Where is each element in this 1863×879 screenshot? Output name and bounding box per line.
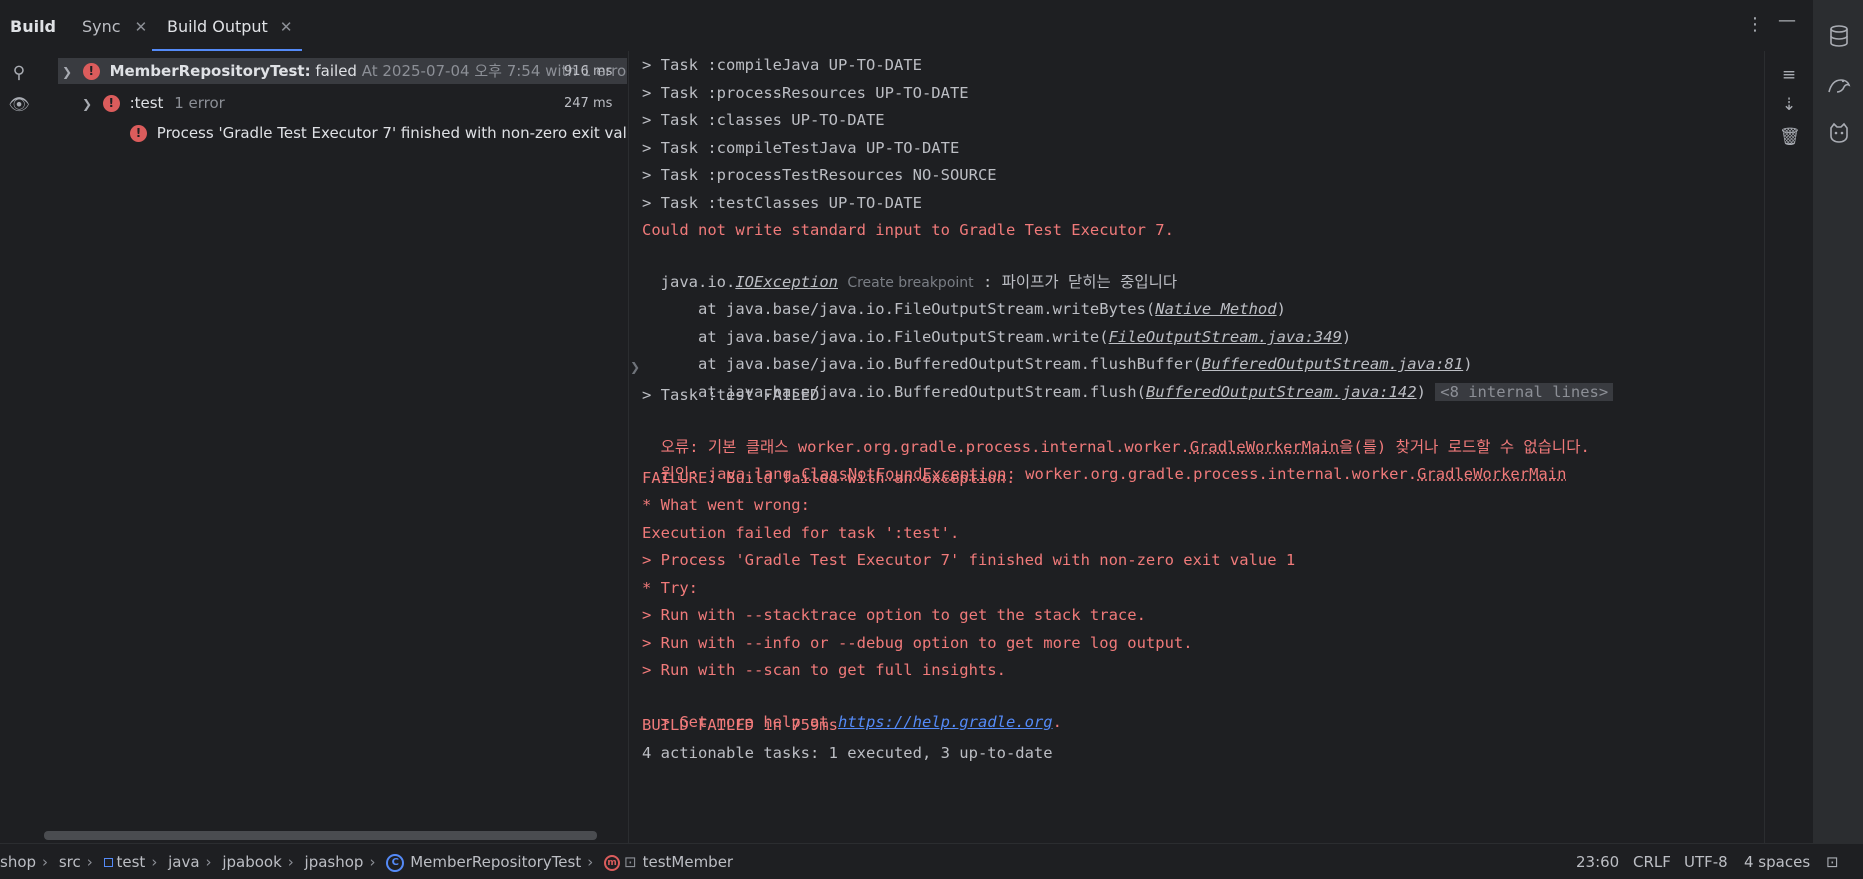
- console-text: .: [1052, 713, 1062, 731]
- console-line: FAILURE: Build failed with an exception.: [642, 469, 1016, 487]
- breadcrumb-item[interactable]: jpabook: [222, 853, 281, 871]
- console-line: BUILD FAILED in 759ms: [642, 716, 838, 734]
- console-line: java.io.IOException Create breakpoint : …: [642, 246, 1178, 291]
- error-icon: !: [102, 95, 120, 112]
- caret-position[interactable]: 23:60: [1576, 844, 1619, 879]
- file-encoding[interactable]: UTF-8: [1684, 844, 1728, 879]
- folded-lines[interactable]: <8 internal lines>: [1435, 383, 1614, 401]
- tree-root-name: MemberRepositoryTest:: [109, 62, 311, 80]
- unlock-icon: ⊡: [624, 853, 637, 871]
- chevron-right-icon: ›: [205, 853, 212, 871]
- tree-root-duration: 916 ms: [564, 64, 613, 79]
- eye-icon[interactable]: 👁: [8, 95, 30, 115]
- tree-test-name: :test: [129, 94, 164, 112]
- console-line: at java.base/java.io.BufferedOutputStrea…: [660, 355, 1473, 373]
- tab-build[interactable]: Build: [10, 0, 56, 51]
- indent-setting[interactable]: 4 spaces: [1744, 844, 1810, 879]
- tab-build-output[interactable]: Build Output ✕: [152, 0, 303, 54]
- console-line: > Run with --stacktrace option to get th…: [642, 606, 1146, 624]
- console-line: Execution failed for task ':test'.: [642, 524, 960, 542]
- console-line: > Task :compileJava UP-TO-DATE: [642, 56, 922, 74]
- breadcrumb: shop › src › test › java › jpabook › jpashop ›…: [0, 844, 733, 879]
- console-line: 오류: 기본 클래스 worker.org.gradle.process.int…: [642, 411, 1590, 456]
- tab-sync[interactable]: Sync ✕: [82, 0, 147, 51]
- status-bar: shop › src › test › java › jpabook › jpashop ›…: [0, 843, 1863, 879]
- breadcrumb-item[interactable]: MemberRepositoryTest: [410, 853, 581, 871]
- console-line: > Task :compileTestJava UP-TO-DATE: [642, 139, 960, 157]
- class-icon: C: [386, 853, 405, 872]
- console-line: > Run with --scan to get full insights.: [642, 661, 1006, 679]
- chevron-right-icon: ›: [42, 853, 49, 871]
- breadcrumb-item[interactable]: java: [168, 853, 199, 871]
- console-line: > Run with --info or --debug option to g…: [642, 634, 1193, 652]
- tree-error-message: Process 'Gradle Test Executor 7' finishe…: [156, 124, 660, 142]
- gradle-icon[interactable]: [1827, 74, 1851, 98]
- tree-horizontal-scrollbar[interactable]: [44, 831, 597, 840]
- console-text: : worker.org.gradle.process.internal.wor…: [1006, 465, 1418, 483]
- right-tool-strip: [1812, 0, 1863, 843]
- scroll-to-end-icon[interactable]: ⇣: [1779, 95, 1799, 115]
- folder-icon: [103, 858, 113, 867]
- console-line: > Process 'Gradle Test Executor 7' finis…: [642, 551, 1296, 569]
- chevron-right-icon: ›: [587, 853, 594, 871]
- tab-sync-label: Sync: [82, 17, 121, 36]
- tree-test-duration: 247 ms: [564, 96, 613, 111]
- console-line: > Task :processResources UP-TO-DATE: [642, 84, 969, 102]
- console-line: > Task :test FAILED: [642, 386, 820, 404]
- error-icon: !: [130, 125, 147, 142]
- chevron-right-icon: ›: [86, 853, 93, 871]
- close-icon[interactable]: ✕: [280, 0, 293, 54]
- tree-root-status: failed: [315, 62, 357, 80]
- class-reference[interactable]: GradleWorkerMain: [1417, 465, 1566, 483]
- lock-icon[interactable]: ⊡: [1826, 844, 1839, 879]
- error-icon: !: [82, 63, 100, 80]
- minimize-icon[interactable]: —: [1778, 10, 1796, 31]
- console-line: at java.base/java.io.FileOutputStream.wr…: [660, 328, 1352, 346]
- line-separator[interactable]: CRLF: [1633, 844, 1671, 879]
- close-icon[interactable]: ✕: [135, 0, 148, 54]
- pin-icon[interactable]: ⚲: [8, 63, 30, 83]
- console-line: > Task :testClasses UP-TO-DATE: [642, 194, 922, 212]
- chevron-right-icon: ›: [287, 853, 294, 871]
- copilot-icon[interactable]: [1827, 122, 1851, 146]
- console-line: > Task :processTestResources NO-SOURCE: [642, 166, 997, 184]
- tree-row-test[interactable]: ❯ ! :test 1 error: [82, 90, 225, 116]
- console-line: > Get more help at https://help.gradle.o…: [642, 686, 1062, 731]
- database-icon[interactable]: [1827, 24, 1851, 48]
- chevron-right-icon: ›: [151, 853, 158, 871]
- tree-row-error[interactable]: ! Process 'Gradle Test Executor 7' finis…: [130, 120, 660, 146]
- console-line: * Try:: [642, 579, 698, 597]
- more-options-icon[interactable]: ⋮: [1746, 14, 1764, 35]
- console-line: 원인: java.lang.ClassNotFoundException: wo…: [642, 438, 1567, 483]
- breadcrumb-item[interactable]: test: [117, 853, 146, 871]
- console-line: at java.base/java.io.BufferedOutputStrea…: [642, 356, 1614, 401]
- expand-arrow-icon[interactable]: ❯: [630, 360, 640, 374]
- tab-build-output-label: Build Output: [167, 17, 268, 36]
- tree-row-root[interactable]: ❯ ! MemberRepositoryTest: failed At 2025…: [58, 58, 627, 84]
- chevron-down-icon[interactable]: ❯: [62, 59, 78, 85]
- console-line: Could not write standard input to Gradle…: [642, 221, 1174, 239]
- tree-test-detail: 1 error: [174, 94, 225, 112]
- source-link[interactable]: BufferedOutputStream.java:142: [1146, 383, 1417, 401]
- chevron-down-icon[interactable]: ❯: [82, 91, 98, 117]
- console-line: * What went wrong:: [642, 496, 810, 514]
- breadcrumb-item[interactable]: testMember: [643, 853, 734, 871]
- help-link[interactable]: https://help.gradle.org: [838, 713, 1053, 731]
- trash-icon[interactable]: 🗑: [1779, 127, 1801, 147]
- breadcrumb-item[interactable]: shop: [0, 853, 36, 871]
- build-tool-gutter: ⚲ 👁: [0, 51, 38, 843]
- breadcrumb-item[interactable]: src: [59, 853, 81, 871]
- console-line: 4 actionable tasks: 1 executed, 3 up-to-…: [642, 744, 1053, 762]
- console-line: at java.base/java.io.FileOutputStream.wr…: [660, 300, 1286, 318]
- soft-wrap-icon[interactable]: ≡: [1779, 65, 1799, 85]
- console-line: > Task :classes UP-TO-DATE: [642, 111, 885, 129]
- chevron-right-icon: ›: [369, 853, 376, 871]
- tool-window-header: Build Sync ✕ Build Output ✕ ⋮ —: [0, 0, 1863, 51]
- console-toolbar: ≡ ⇣ 🗑: [1764, 51, 1812, 843]
- breadcrumb-item[interactable]: jpashop: [305, 853, 364, 871]
- method-icon: m: [604, 854, 621, 871]
